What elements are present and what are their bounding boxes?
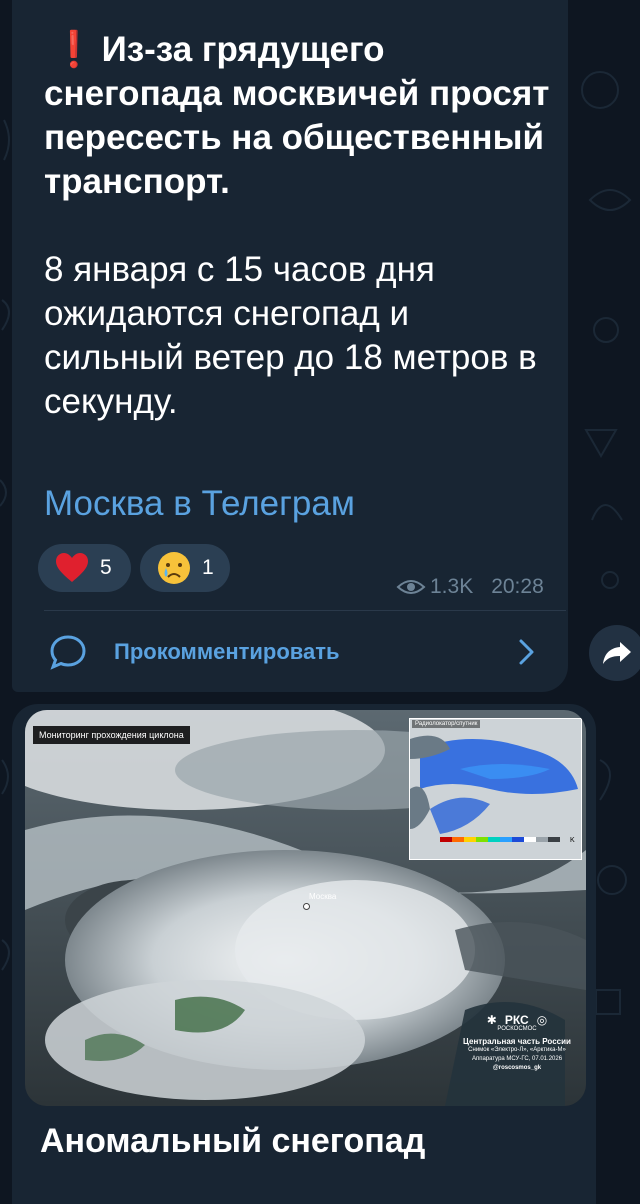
reaction-heart[interactable]: 5 <box>38 544 131 592</box>
inset-unit: K <box>570 837 575 844</box>
inset-title: Радиолокатор/спутник <box>412 720 481 728</box>
radar-map-image <box>410 719 581 859</box>
logo-region: Центральная часть России <box>463 1037 571 1046</box>
crying-face-icon <box>158 552 190 584</box>
logo-date: Аппаратура МСУ-ГС, 07.01.2026 <box>471 1056 563 1062</box>
share-button[interactable] <box>589 625 640 681</box>
comment-icon <box>50 635 86 670</box>
view-count: 1.3K <box>430 575 474 598</box>
reaction-count: 5 <box>100 556 112 579</box>
message-headline: ❗ Из-за грядущего снегопада москвичей про… <box>44 30 550 201</box>
color-scale <box>440 837 560 842</box>
channel-link[interactable]: Москва в Телеграм <box>44 484 355 524</box>
logo-instrument: Снимок «Электро-Л», «Арктика-М» <box>468 1047 566 1053</box>
divider <box>44 610 566 611</box>
message-meta: 1.3K 20:28 <box>396 575 544 599</box>
exclamation-icon: ❗ <box>52 30 96 69</box>
logo-brand: РОСКОСМОС <box>497 1026 537 1032</box>
eye-icon <box>396 580 426 594</box>
rks-logo: РКС <box>504 1013 529 1027</box>
comment-button[interactable]: Прокомментировать <box>44 620 556 684</box>
city-label: Москва <box>309 892 337 901</box>
share-arrow-icon <box>603 642 631 664</box>
satellite-photo[interactable]: Мониторинг прохождения циклона Радиолока… <box>25 710 586 1106</box>
reaction-crying[interactable]: 1 <box>140 544 230 592</box>
inset-radar-map: Радиолокатор/спутник K <box>409 718 582 860</box>
reaction-count: 1 <box>202 556 214 579</box>
heart-icon <box>56 553 88 582</box>
roscosmos-logo-block: ✱ РКС ◎ РОСКОСМОС Центральная часть Росс… <box>448 1013 586 1073</box>
chevron-right-icon <box>519 639 534 665</box>
post-title: Аномальный снегопад <box>40 1122 426 1160</box>
logo-handle: @roscosmos_gk <box>492 1065 542 1071</box>
photo-caption: Мониторинг прохождения циклона <box>33 726 190 744</box>
emblem-icon: ◎ <box>536 1013 548 1027</box>
message-text: ❗ Из-за грядущего снегопада москвичей про… <box>44 28 554 424</box>
message-time: 20:28 <box>491 575 544 598</box>
city-marker <box>303 903 310 910</box>
roscosmos-logo-icon: ✱ <box>486 1013 497 1027</box>
comment-label: Прокомментировать <box>114 639 340 664</box>
message-body: 8 января с 15 часов дня ожидаются снегоп… <box>44 250 537 421</box>
